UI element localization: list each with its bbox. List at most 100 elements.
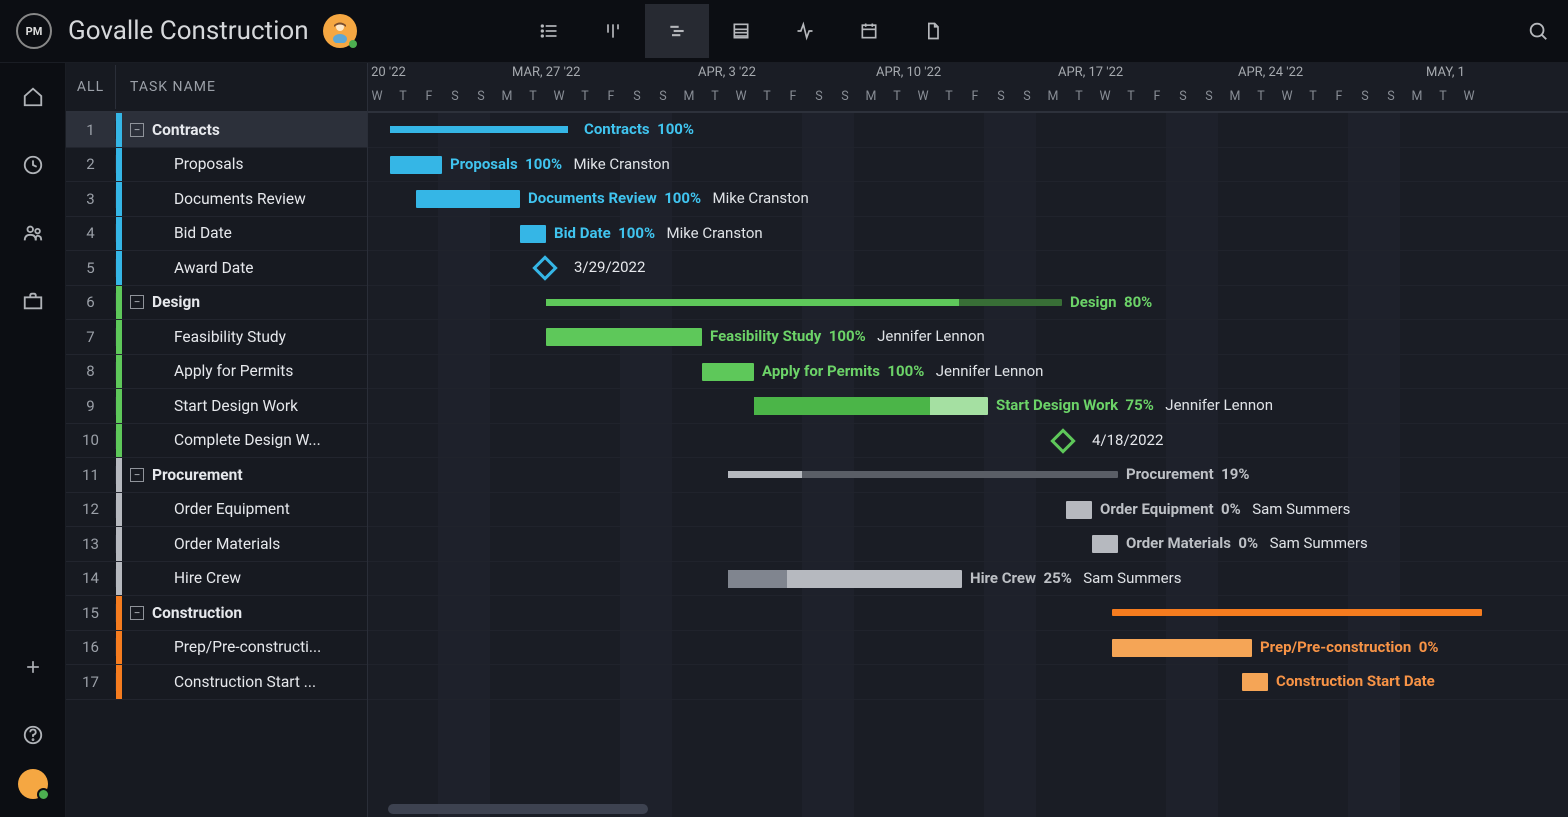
task-row[interactable]: 11 − Procurement — [66, 458, 367, 493]
nav-help-icon[interactable] — [13, 715, 53, 755]
task-row[interactable]: 5 Award Date — [66, 251, 367, 286]
day-label: S — [468, 89, 494, 104]
day-label: T — [1066, 89, 1092, 104]
day-label: S — [832, 89, 858, 104]
task-row[interactable]: 8 Apply for Permits — [66, 355, 367, 390]
task-row[interactable]: 13 Order Materials — [66, 527, 367, 562]
gantt-chart[interactable]: 3, 20 '22MAR, 27 '22APR, 3 '22APR, 10 '2… — [368, 63, 1568, 817]
nav-home-icon[interactable] — [13, 77, 53, 117]
task-row[interactable]: 9 Start Design Work — [66, 389, 367, 424]
row-number: 9 — [66, 397, 116, 415]
task-row[interactable]: 2 Proposals — [66, 148, 367, 183]
nav-team-icon[interactable] — [13, 213, 53, 253]
task-row[interactable]: 1 − Contracts — [66, 113, 367, 148]
app-logo[interactable]: PM — [16, 13, 52, 49]
bar-label: Hire Crew 25% Sam Summers — [970, 569, 1181, 587]
nav-user-avatar[interactable] — [18, 769, 48, 799]
gantt-row: Hire Crew 25% Sam Summers — [368, 562, 1568, 597]
row-number: 15 — [66, 604, 116, 622]
task-row[interactable]: 4 Bid Date — [66, 217, 367, 252]
task-bar[interactable] — [1092, 535, 1118, 553]
color-bar — [116, 665, 122, 699]
day-label: M — [1222, 89, 1248, 104]
view-sheet-icon[interactable] — [709, 4, 773, 58]
task-bar[interactable] — [1242, 673, 1268, 691]
day-label: S — [442, 89, 468, 104]
color-bar — [116, 424, 122, 458]
task-name: Complete Design W... — [152, 431, 367, 449]
week-label: APR, 24 '22 — [1238, 65, 1303, 80]
day-label: T — [936, 89, 962, 104]
task-name: Design — [152, 293, 367, 311]
task-name: Order Equipment — [152, 500, 367, 518]
day-label: S — [1352, 89, 1378, 104]
task-bar[interactable] — [1112, 639, 1252, 657]
task-row[interactable]: 17 Construction Start ... — [66, 665, 367, 700]
task-row[interactable]: 10 Complete Design W... — [66, 424, 367, 459]
column-all[interactable]: ALL — [66, 65, 116, 109]
task-bar[interactable] — [728, 570, 962, 588]
task-row[interactable]: 12 Order Equipment — [66, 493, 367, 528]
horizontal-scrollbar[interactable] — [388, 804, 648, 814]
task-row[interactable]: 15 − Construction — [66, 596, 367, 631]
task-row[interactable]: 6 − Design — [66, 286, 367, 321]
expand-toggle-icon[interactable]: − — [130, 606, 144, 620]
task-bar[interactable] — [702, 363, 754, 381]
gantt-row: Order Materials 0% Sam Summers — [368, 527, 1568, 562]
color-bar — [116, 148, 122, 182]
nav-recent-icon[interactable] — [13, 145, 53, 185]
search-icon[interactable] — [1520, 13, 1556, 49]
day-label: T — [702, 89, 728, 104]
expand-toggle-icon[interactable]: − — [130, 468, 144, 482]
color-bar — [116, 389, 122, 423]
task-name: Apply for Permits — [152, 362, 367, 380]
column-taskname[interactable]: TASK NAME — [116, 79, 216, 95]
summary-bar[interactable] — [390, 126, 568, 133]
gantt-row: Contracts 100% — [368, 113, 1568, 148]
task-bar[interactable] — [546, 328, 702, 346]
nav-add-icon[interactable] — [13, 647, 53, 687]
gantt-row: Design 80% — [368, 286, 1568, 321]
task-row[interactable]: 16 Prep/Pre-constructi... — [66, 631, 367, 666]
task-row[interactable]: 7 Feasibility Study — [66, 320, 367, 355]
color-bar — [116, 596, 122, 630]
expand-toggle-icon[interactable]: − — [130, 123, 144, 137]
task-bar[interactable] — [520, 225, 546, 243]
gantt-row: Documents Review 100% Mike Cranston — [368, 182, 1568, 217]
view-board-icon[interactable] — [581, 4, 645, 58]
task-name: Award Date — [152, 259, 367, 277]
row-number: 6 — [66, 293, 116, 311]
day-label: T — [1118, 89, 1144, 104]
expand-toggle-icon[interactable]: − — [130, 295, 144, 309]
project-title: Govalle Construction — [68, 16, 309, 46]
task-bar[interactable] — [1066, 501, 1092, 519]
row-number: 10 — [66, 431, 116, 449]
nav-portfolio-icon[interactable] — [13, 281, 53, 321]
user-avatar[interactable] — [323, 14, 357, 48]
row-number: 14 — [66, 569, 116, 587]
view-activity-icon[interactable] — [773, 4, 837, 58]
task-name: Contracts — [152, 121, 367, 139]
milestone-marker[interactable] — [532, 255, 557, 280]
task-row[interactable]: 3 Documents Review — [66, 182, 367, 217]
bar-label: Feasibility Study 100% Jennifer Lennon — [710, 327, 985, 345]
view-calendar-icon[interactable] — [837, 4, 901, 58]
task-bar[interactable] — [754, 397, 988, 415]
milestone-marker[interactable] — [1050, 428, 1075, 453]
bar-label: Order Equipment 0% Sam Summers — [1100, 500, 1350, 518]
view-file-icon[interactable] — [901, 4, 965, 58]
view-gantt-icon[interactable] — [645, 4, 709, 58]
row-number: 5 — [66, 259, 116, 277]
week-label: MAR, 27 '22 — [512, 65, 580, 80]
day-label: F — [1144, 89, 1170, 104]
bar-label: Documents Review 100% Mike Cranston — [528, 189, 809, 207]
task-bar[interactable] — [416, 190, 520, 208]
view-list-icon[interactable] — [517, 4, 581, 58]
task-bar[interactable] — [390, 156, 442, 174]
summary-bar[interactable] — [546, 299, 1062, 306]
row-number: 2 — [66, 155, 116, 173]
summary-bar[interactable] — [1112, 609, 1482, 616]
day-label: S — [1014, 89, 1040, 104]
summary-bar[interactable] — [728, 471, 1118, 478]
task-row[interactable]: 14 Hire Crew — [66, 562, 367, 597]
